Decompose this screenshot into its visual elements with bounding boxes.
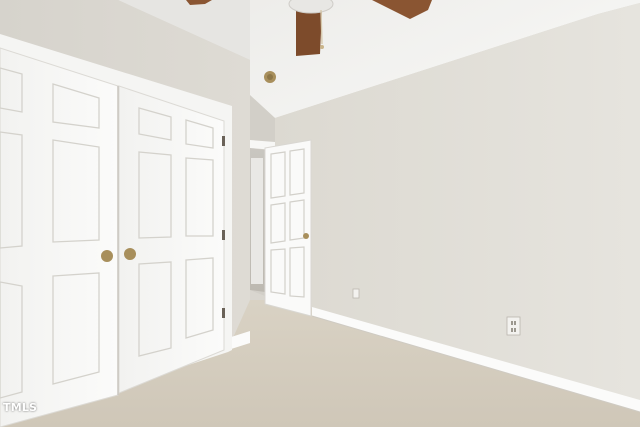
door-knob[interactable] — [303, 233, 309, 239]
electrical-outlet-small — [352, 288, 360, 299]
bedroom-door[interactable] — [264, 139, 312, 317]
watermark-logo: TMLS — [3, 401, 38, 414]
room-photo: TMLS — [0, 0, 640, 427]
hall-far-door — [251, 158, 263, 284]
hinge-bottom — [222, 308, 225, 318]
closet-knob-left[interactable] — [101, 250, 113, 262]
closet-door-right[interactable] — [118, 85, 225, 394]
fan-pull-chain — [320, 9, 323, 45]
fan-blade-down — [296, 8, 322, 56]
hinge-top — [222, 136, 225, 146]
electrical-outlet — [506, 316, 521, 336]
room-illustration — [0, 0, 640, 427]
hinge-middle — [222, 230, 225, 240]
closet-door-left[interactable] — [0, 47, 119, 427]
closet-knob-right[interactable] — [124, 248, 136, 260]
